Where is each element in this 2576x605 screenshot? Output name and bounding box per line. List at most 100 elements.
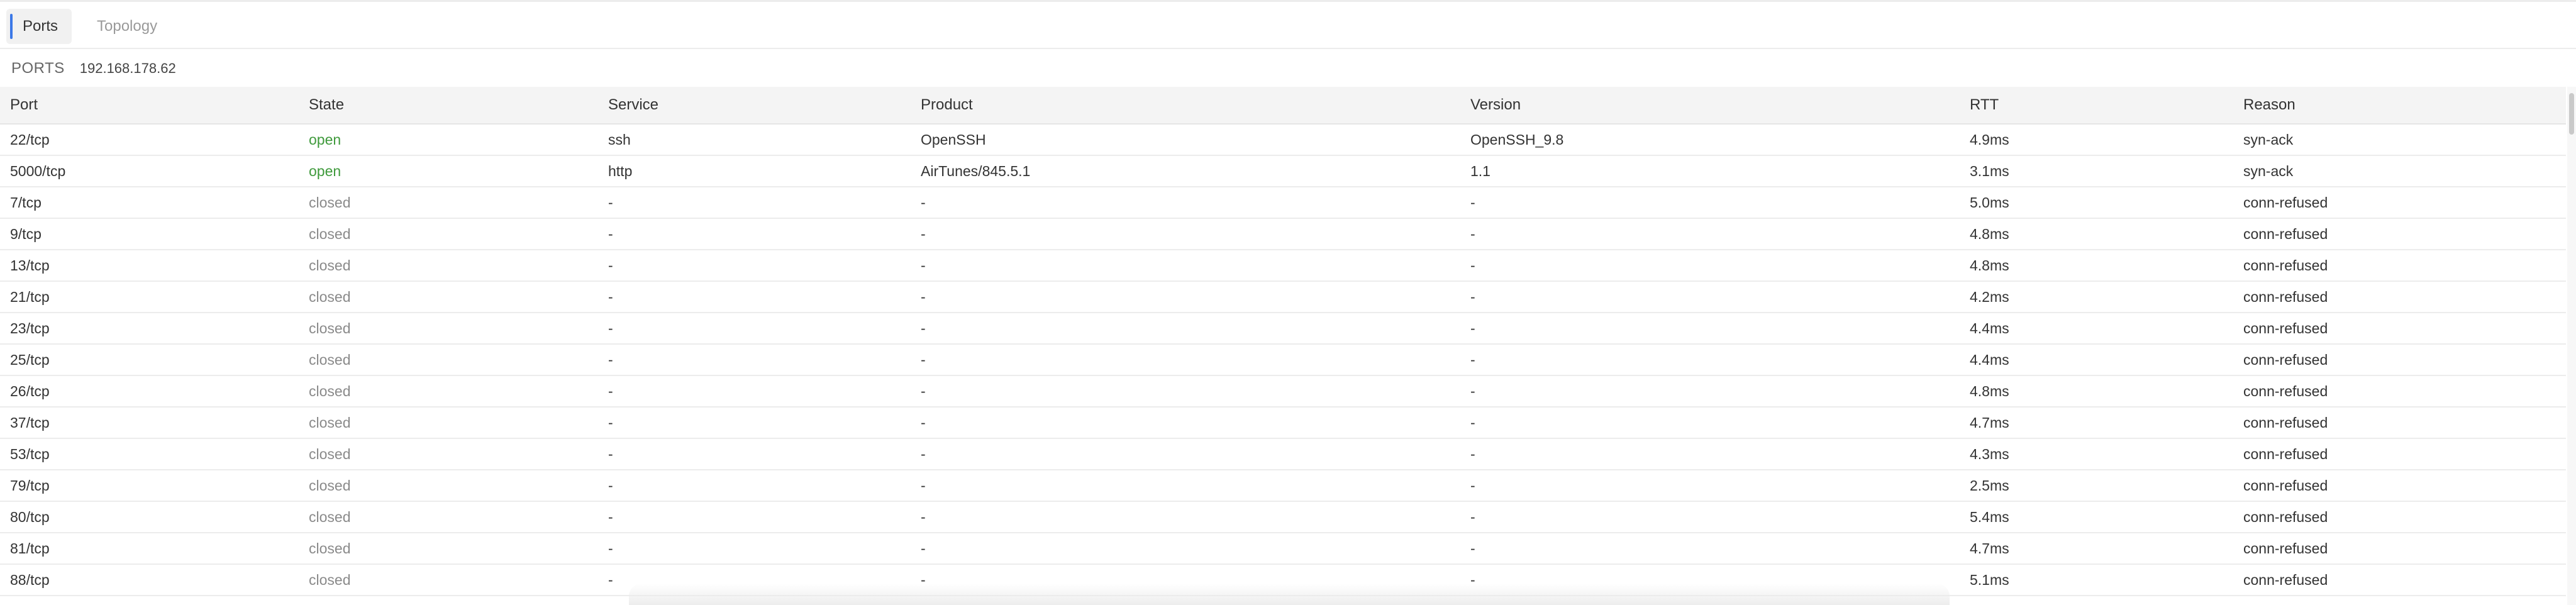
cell-port: 23/tcp	[10, 319, 50, 336]
cell-reason: syn-ack	[2243, 131, 2294, 148]
cell-service: ssh	[608, 131, 631, 148]
ports-table: Port State Service Product Version RTT R…	[0, 87, 2566, 605]
cell-version: -	[1470, 477, 1475, 494]
table-row[interactable]: 79/tcp closed - - - 2.5ms conn-refused	[0, 470, 2566, 502]
column-header-service[interactable]: Service	[608, 87, 658, 123]
column-header-reason[interactable]: Reason	[2243, 87, 2296, 123]
cell-product: -	[921, 257, 926, 274]
cell-product: AirTunes/845.5.1	[921, 162, 1031, 179]
table-row[interactable]: 37/tcp closed - - - 4.7ms conn-refused	[0, 408, 2566, 439]
cell-port: 88/tcp	[10, 571, 50, 588]
cell-product: -	[921, 445, 926, 462]
cell-version: -	[1470, 508, 1475, 525]
tab-topology[interactable]: Topology	[80, 9, 171, 44]
cell-state: closed	[309, 319, 351, 336]
cell-reason: conn-refused	[2243, 382, 2328, 399]
cell-reason: conn-refused	[2243, 540, 2328, 557]
section-header: PORTS 192.168.178.62	[11, 59, 176, 78]
host-ip: 192.168.178.62	[79, 60, 176, 76]
cell-service: http	[608, 162, 633, 179]
cell-version: -	[1470, 288, 1475, 305]
cell-service: -	[608, 257, 613, 274]
cell-port: 5000/tcp	[10, 162, 66, 179]
cell-port: 81/tcp	[10, 540, 50, 557]
cell-product: -	[921, 225, 926, 242]
cell-rtt: 5.4ms	[1970, 508, 2009, 525]
cell-rtt: 3.1ms	[1970, 162, 2009, 179]
table-row[interactable]: 9/tcp closed - - - 4.8ms conn-refused	[0, 219, 2566, 250]
cell-product: -	[921, 477, 926, 494]
vertical-scrollbar[interactable]	[2567, 87, 2576, 605]
cell-rtt: 4.8ms	[1970, 225, 2009, 242]
cell-version: -	[1470, 351, 1475, 368]
cell-product: -	[921, 319, 926, 336]
cell-reason: conn-refused	[2243, 596, 2328, 605]
column-header-state[interactable]: State	[309, 87, 344, 123]
cell-version: -	[1470, 414, 1475, 431]
cell-reason: conn-refused	[2243, 571, 2328, 588]
cell-service: -	[608, 288, 613, 305]
cell-rtt: 4.9ms	[1970, 131, 2009, 148]
cell-state: closed	[309, 194, 351, 211]
cell-state: closed	[309, 477, 351, 494]
table-row[interactable]: 22/tcp open ssh OpenSSH OpenSSH_9.8 4.9ms syn-…	[0, 125, 2566, 156]
table-row[interactable]: 13/tcp closed - - - 4.8ms conn-refused	[0, 250, 2566, 282]
column-header-product[interactable]: Product	[921, 87, 973, 123]
port-scan-view: Ports Topology PORTS 192.168.178.62 Port…	[0, 0, 2576, 605]
cell-port: 26/tcp	[10, 382, 50, 399]
cell-state: closed	[309, 382, 351, 399]
cell-port: 53/tcp	[10, 445, 50, 462]
cell-version: -	[1470, 194, 1475, 211]
cell-version: -	[1470, 257, 1475, 274]
table-header: Port State Service Product Version RTT R…	[0, 87, 2566, 125]
tab-ports[interactable]: Ports	[6, 9, 72, 44]
cell-state: closed	[309, 596, 350, 605]
cell-port: 106/tcp	[10, 596, 57, 605]
cell-state: open	[309, 162, 341, 179]
cell-service: -	[608, 571, 613, 588]
bottom-overlay	[629, 584, 1950, 605]
cell-version: -	[1470, 225, 1475, 242]
cell-service: -	[608, 477, 613, 494]
table-body: 22/tcp open ssh OpenSSH OpenSSH_9.8 4.9ms syn-…	[0, 125, 2566, 605]
cell-product: -	[921, 540, 926, 557]
cell-rtt: 4.2ms	[1970, 288, 2009, 305]
cell-reason: conn-refused	[2243, 194, 2328, 211]
table-row[interactable]: 7/tcp closed - - - 5.0ms conn-refused	[0, 187, 2566, 219]
cell-reason: conn-refused	[2243, 319, 2328, 336]
cell-state: closed	[309, 445, 351, 462]
table-row[interactable]: 80/tcp closed - - - 5.4ms conn-refused	[0, 502, 2566, 533]
cell-rtt: 4.7ms	[1970, 596, 2009, 605]
cell-reason: conn-refused	[2243, 445, 2328, 462]
table-row[interactable]: 5000/tcp open http AirTunes/845.5.1 1.1 3.1ms…	[0, 156, 2566, 187]
table-row[interactable]: 25/tcp closed - - - 4.4ms conn-refused	[0, 345, 2566, 376]
cell-product: -	[921, 414, 926, 431]
cell-rtt: 4.7ms	[1970, 414, 2009, 431]
table-row[interactable]: 53/tcp closed - - - 4.3ms conn-refused	[0, 439, 2566, 470]
column-header-port[interactable]: Port	[10, 87, 38, 123]
cell-service: -	[608, 194, 613, 211]
table-row[interactable]: 26/tcp closed - - - 4.8ms conn-refused	[0, 376, 2566, 408]
top-border	[0, 0, 2576, 2]
cell-service: -	[608, 540, 613, 557]
cell-state: closed	[309, 288, 351, 305]
cell-port: 9/tcp	[10, 225, 42, 242]
scrollbar-thumb[interactable]	[2569, 93, 2574, 135]
cell-rtt: 4.3ms	[1970, 445, 2009, 462]
cell-service: -	[608, 596, 613, 605]
cell-reason: conn-refused	[2243, 257, 2328, 274]
column-header-rtt[interactable]: RTT	[1970, 87, 1999, 123]
cell-rtt: 5.0ms	[1970, 194, 2009, 211]
column-header-version[interactable]: Version	[1470, 87, 1521, 123]
table-row[interactable]: 21/tcp closed - - - 4.2ms conn-refused	[0, 282, 2566, 313]
table-row[interactable]: 23/tcp closed - - - 4.4ms conn-refused	[0, 313, 2566, 345]
cell-rtt: 4.8ms	[1970, 257, 2009, 274]
cell-product: OpenSSH	[921, 131, 986, 148]
tabs-divider	[0, 48, 2576, 49]
cell-state: closed	[309, 351, 351, 368]
table-row[interactable]: 81/tcp closed - - - 4.7ms conn-refused	[0, 533, 2566, 565]
cell-reason: syn-ack	[2243, 162, 2294, 179]
cell-service: -	[608, 319, 613, 336]
cell-service: -	[608, 414, 613, 431]
cell-port: 79/tcp	[10, 477, 50, 494]
